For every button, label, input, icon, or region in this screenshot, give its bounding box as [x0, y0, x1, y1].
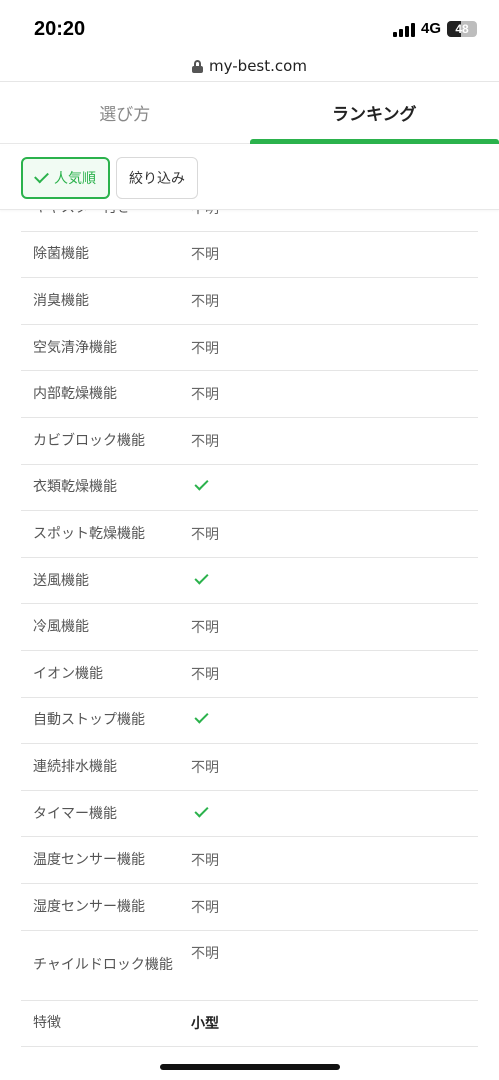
spec-value: 不明	[191, 666, 219, 683]
spec-value: 不明	[191, 899, 219, 916]
status-time: 20:20	[34, 18, 86, 40]
spec-row: 冷風機能 不明	[21, 604, 478, 651]
spec-row: 特徴 小型	[21, 1001, 478, 1048]
spec-row: カビブロック機能 不明	[21, 418, 478, 465]
spec-row: スポット乾燥機能 不明	[21, 511, 478, 558]
spec-value: 不明	[191, 945, 219, 962]
spec-row: 湿度センサー機能 不明	[21, 884, 478, 931]
spec-row: 除菌機能 不明	[21, 232, 478, 279]
spec-row: 空気清浄機能 不明	[21, 325, 478, 372]
spec-label: イオン機能	[33, 665, 103, 682]
lock-icon	[192, 60, 204, 73]
spec-row: 消臭機能 不明	[21, 278, 478, 325]
spec-label: 除菌機能	[33, 246, 89, 263]
url-bar[interactable]: my-best.com	[0, 50, 499, 82]
spec-label: 衣類乾燥機能	[33, 479, 117, 496]
spec-row: 連続排水機能 不明	[21, 744, 478, 791]
spec-row: タイマー機能	[21, 791, 478, 838]
spec-label: タイマー機能	[33, 805, 117, 822]
tab-bar: 選び方 ランキング	[0, 82, 499, 144]
spec-value	[191, 709, 478, 728]
spec-label: 湿度センサー機能	[33, 898, 145, 915]
sort-popular-label: 人気順	[54, 170, 96, 187]
check-icon	[194, 709, 209, 724]
sort-popular-button[interactable]: 人気順	[21, 156, 110, 199]
spec-value: 不明	[191, 247, 219, 264]
check-icon	[34, 168, 49, 183]
spec-label: カビブロック機能	[33, 432, 145, 449]
spec-value: 不明	[191, 853, 219, 870]
battery-icon: 48	[447, 20, 477, 37]
spec-row: 衣類乾燥機能	[21, 465, 478, 512]
spec-label: チャイルドロック機能	[33, 957, 173, 973]
spec-label: キャスター付き	[21, 210, 191, 220]
spec-label: 自動ストップ機能	[33, 712, 145, 729]
spec-value: 不明	[191, 210, 478, 218]
spec-label: 送風機能	[33, 572, 89, 589]
network-type: 4G	[420, 20, 441, 37]
home-indicator[interactable]	[160, 1064, 340, 1070]
spec-value: 不明	[191, 433, 219, 450]
tab-guide[interactable]: 選び方	[0, 82, 250, 143]
check-icon	[194, 476, 209, 491]
spec-label: 冷風機能	[33, 619, 89, 636]
spec-value: 不明	[191, 293, 219, 310]
spec-value	[191, 802, 478, 822]
tab-ranking[interactable]: ランキング	[249, 82, 499, 144]
spec-row: 自動ストップ機能	[21, 698, 478, 745]
spec-row: 温度センサー機能 不明	[21, 837, 478, 884]
filter-button[interactable]: 絞り込み	[116, 156, 198, 199]
spec-value: 不明	[191, 759, 219, 776]
check-icon	[194, 802, 209, 818]
spec-label: 消臭機能	[33, 292, 89, 309]
spec-row: キャスター付き不明	[21, 210, 478, 232]
spec-value	[191, 476, 478, 495]
spec-label: 特徴	[33, 1015, 61, 1032]
status-bar: 20:20 4G 48	[0, 0, 499, 50]
spec-row: イオン機能 不明	[21, 651, 478, 698]
url-text[interactable]: my-best.com	[209, 57, 307, 75]
spec-table: キャスター付き不明除菌機能不明消臭機能不明空気清浄機能不明内部乾燥機能不明カビブ…	[21, 210, 478, 1048]
spec-value	[191, 569, 478, 589]
spec-label: 連続排水機能	[33, 758, 117, 775]
battery-percent: 48	[455, 21, 469, 36]
spec-value: 不明	[191, 526, 219, 543]
spec-value: 小型	[191, 1016, 219, 1033]
filter-bar: 人気順 絞り込み	[0, 146, 499, 210]
spec-value: 不明	[191, 387, 219, 404]
spec-label: 温度センサー機能	[33, 852, 145, 869]
signal-icon	[392, 21, 415, 37]
spec-row: 内部乾燥機能 不明	[21, 371, 478, 418]
check-icon	[194, 569, 209, 585]
spec-label: 内部乾燥機能	[33, 386, 117, 403]
spec-row: 送風機能	[21, 558, 478, 605]
spec-label: 空気清浄機能	[33, 339, 117, 356]
filter-label: 絞り込み	[129, 170, 185, 187]
spec-table-viewport[interactable]: キャスター付き不明除菌機能不明消臭機能不明空気清浄機能不明内部乾燥機能不明カビブ…	[0, 210, 499, 1050]
spec-value: 不明	[191, 620, 219, 637]
status-indicators: 4G 48	[392, 20, 477, 37]
spec-value: 不明	[191, 340, 219, 357]
spec-row: チャイルドロック機能 不明	[21, 931, 478, 1001]
spec-label: スポット乾燥機能	[33, 525, 145, 542]
